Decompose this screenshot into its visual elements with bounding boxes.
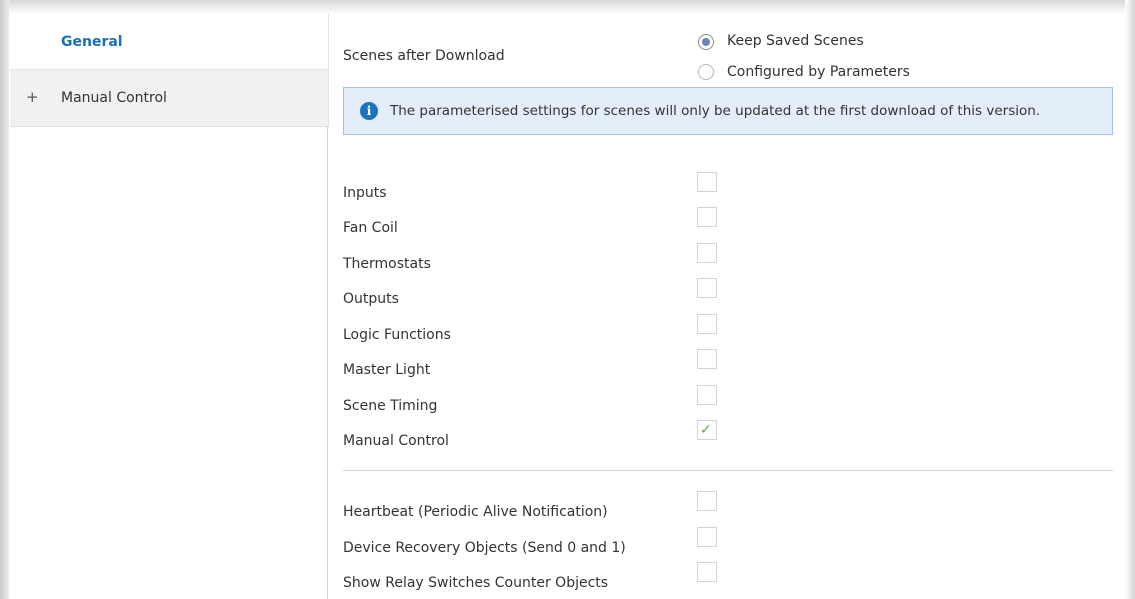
scenes-after-download-label: Scenes after Download	[343, 48, 505, 64]
sidebar-empty-area	[10, 127, 328, 599]
sidebar-item-general[interactable]: General	[10, 14, 328, 70]
inputs-label: Inputs	[343, 185, 387, 201]
sidebar-divider	[328, 14, 329, 127]
section-divider	[343, 470, 1113, 471]
outputs-label: Outputs	[343, 291, 399, 307]
scene-timing-label: Scene Timing	[343, 398, 438, 414]
device-recovery-objects-checkbox[interactable]	[697, 527, 717, 547]
scene-timing-checkbox[interactable]	[697, 385, 717, 405]
checkmark-icon: ✓	[700, 422, 712, 438]
relay-switches-counter-checkbox[interactable]	[697, 562, 717, 582]
window-shadow-left	[0, 0, 9, 599]
parameters-panel: Scenes after Download Keep Saved Scenes …	[343, 14, 1125, 599]
outputs-checkbox[interactable]	[697, 278, 717, 298]
expand-plus-icon[interactable]: +	[26, 88, 39, 106]
sidebar-item-manual-control[interactable]: + Manual Control	[10, 70, 328, 127]
device-recovery-objects-label: Device Recovery Objects (Send 0 and 1)	[343, 540, 626, 556]
configured-by-parameters-radio[interactable]	[698, 64, 714, 80]
window-shadow-right	[1125, 0, 1135, 599]
parameters-window: General + Manual Control Scenes after Do…	[0, 0, 1135, 599]
manual-control-checkbox[interactable]: ✓	[697, 420, 717, 440]
fan-coil-label: Fan Coil	[343, 220, 398, 236]
relay-switches-counter-label: Show Relay Switches Counter Objects	[343, 575, 609, 591]
info-message-text: The parameterised settings for scenes wi…	[390, 103, 1041, 119]
heartbeat-label: Heartbeat (Periodic Alive Notification)	[343, 504, 608, 520]
master-light-checkbox[interactable]	[697, 349, 717, 369]
sidebar-item-label: General	[61, 34, 123, 50]
sidebar-item-label: Manual Control	[61, 90, 167, 106]
configured-by-parameters-label[interactable]: Configured by Parameters	[727, 64, 910, 80]
info-icon: i	[360, 102, 378, 120]
master-light-label: Master Light	[343, 362, 431, 378]
thermostats-checkbox[interactable]	[697, 243, 717, 263]
fan-coil-checkbox[interactable]	[697, 207, 717, 227]
manual-control-label: Manual Control	[343, 433, 449, 449]
keep-saved-scenes-radio[interactable]	[698, 34, 714, 50]
window-shadow-top	[0, 0, 1135, 14]
info-message-box: i The parameterised settings for scenes …	[343, 87, 1113, 135]
heartbeat-checkbox[interactable]	[697, 491, 717, 511]
thermostats-label: Thermostats	[343, 256, 431, 272]
inputs-checkbox[interactable]	[697, 172, 717, 192]
logic-functions-checkbox[interactable]	[697, 314, 717, 334]
keep-saved-scenes-label[interactable]: Keep Saved Scenes	[727, 33, 864, 49]
sidebar: General + Manual Control	[10, 14, 329, 599]
logic-functions-label: Logic Functions	[343, 327, 451, 343]
